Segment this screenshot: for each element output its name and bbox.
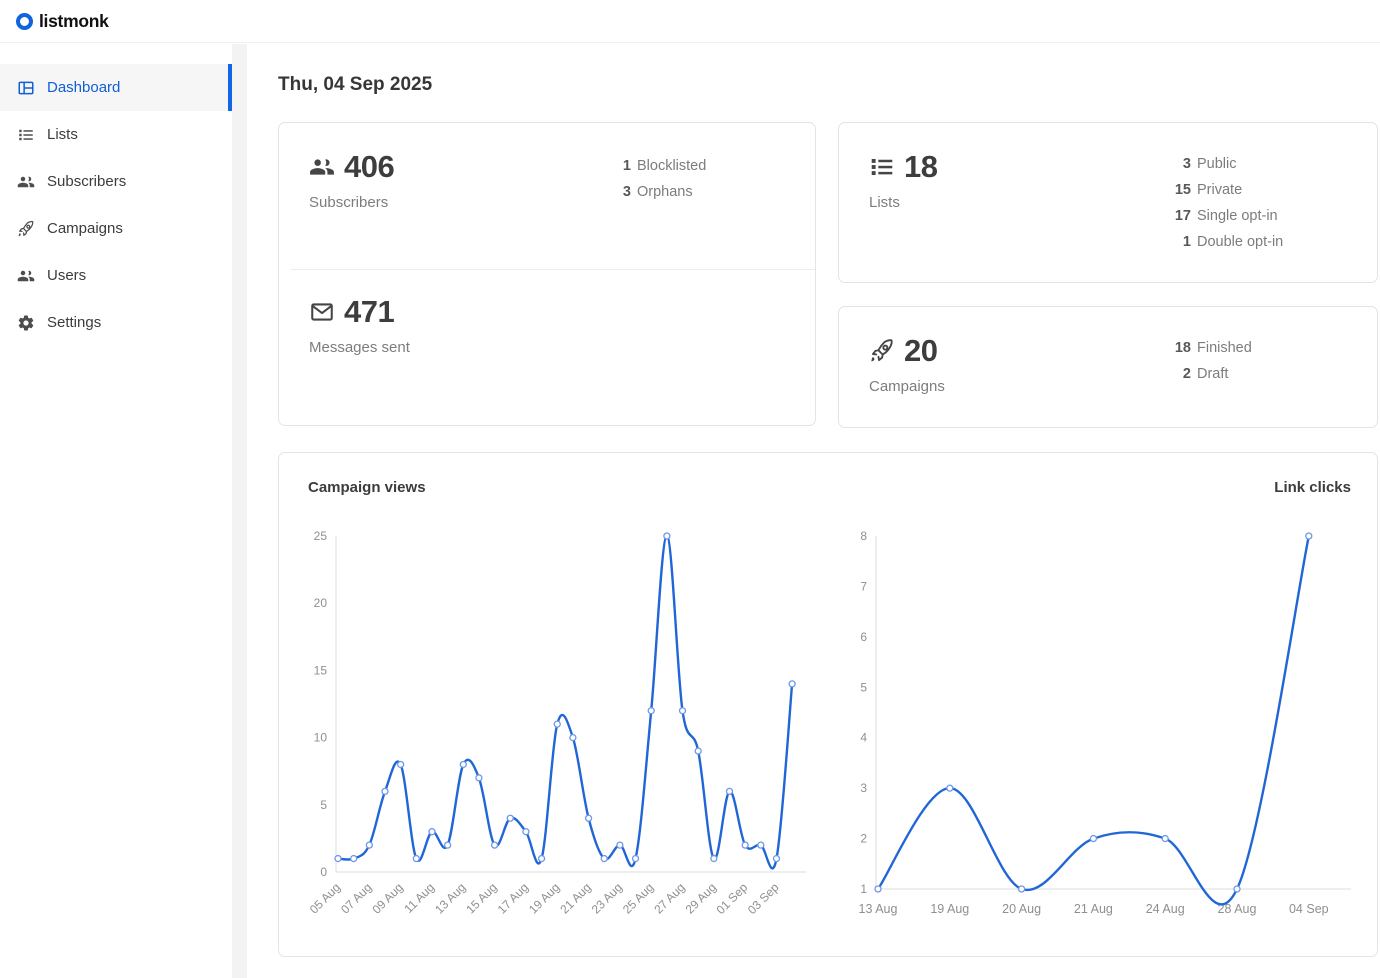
subscribers-section: 406 Subscribers — [279, 123, 815, 269]
charts-card: Campaign views Link clicks 051015202505 … — [278, 452, 1378, 957]
sidebar-item-label: Dashboard — [47, 79, 120, 96]
topbar: listmonk — [0, 0, 1380, 43]
campaigns-stats: 18Finished 2Draft — [1169, 335, 1252, 387]
dashboard-icon — [17, 79, 35, 97]
stat-row: 3Orphans — [609, 179, 706, 205]
settings-icon — [17, 314, 35, 332]
campaigns-label: Campaigns — [869, 378, 1347, 395]
sidebar-item-subscribers[interactable]: Subscribers — [0, 158, 232, 205]
subscribers-messages-card: 406 Subscribers 471 Messages sent 1Block… — [278, 122, 816, 426]
campaigns-count: 20 — [904, 335, 937, 366]
stat-row: 1Blocklisted — [609, 153, 706, 179]
svg-text:27 Aug: 27 Aug — [651, 880, 687, 916]
svg-text:4: 4 — [860, 731, 867, 745]
sidebar-item-settings[interactable]: Settings — [0, 299, 232, 346]
svg-text:5: 5 — [320, 798, 327, 812]
svg-text:20: 20 — [314, 596, 328, 610]
svg-text:03 Sep: 03 Sep — [745, 880, 782, 917]
lists-card: 18 Lists 3Public 15Private 17Single opt-… — [838, 122, 1378, 283]
sidebar-item-label: Campaigns — [47, 220, 123, 237]
messages-label: Messages sent — [309, 339, 785, 356]
svg-text:8: 8 — [860, 529, 867, 543]
svg-text:1: 1 — [860, 882, 867, 896]
sidebar-item-label: Users — [47, 267, 86, 284]
lists-icon — [17, 126, 35, 144]
svg-text:23 Aug: 23 Aug — [589, 880, 625, 916]
svg-text:19 Aug: 19 Aug — [930, 902, 969, 916]
svg-text:24 Aug: 24 Aug — [1146, 902, 1185, 916]
svg-text:17 Aug: 17 Aug — [495, 880, 531, 916]
stat-cards: 18 Lists 3Public 15Private 17Single opt-… — [278, 122, 1378, 428]
stat-row: 1Double opt-in — [1169, 229, 1283, 255]
svg-text:21 Aug: 21 Aug — [557, 880, 593, 916]
svg-text:2: 2 — [860, 832, 867, 846]
svg-text:29 Aug: 29 Aug — [683, 880, 719, 916]
svg-text:25 Aug: 25 Aug — [620, 880, 656, 916]
stat-row: 17Single opt-in — [1169, 203, 1283, 229]
svg-text:0: 0 — [320, 865, 327, 879]
listmonk-logo[interactable]: listmonk — [16, 11, 109, 32]
svg-text:04 Sep: 04 Sep — [1289, 902, 1329, 916]
svg-text:05 Aug: 05 Aug — [308, 880, 343, 916]
link-clicks-title: Link clicks — [1274, 479, 1351, 496]
svg-text:21 Aug: 21 Aug — [1074, 902, 1113, 916]
sidebar-item-label: Settings — [47, 314, 101, 331]
sidebar-gutter — [232, 44, 247, 978]
svg-text:3: 3 — [860, 781, 867, 795]
svg-text:15: 15 — [314, 663, 328, 677]
listmonk-logo-icon — [16, 13, 33, 30]
svg-text:6: 6 — [860, 630, 867, 644]
svg-text:13 Aug: 13 Aug — [859, 902, 898, 916]
svg-text:25: 25 — [314, 529, 328, 543]
subscribers-icon — [17, 173, 35, 191]
sidebar-item-campaigns[interactable]: Campaigns — [0, 205, 232, 252]
subscribers-card-icon — [309, 154, 335, 180]
lists-stats: 3Public 15Private 17Single opt-in 1Doubl… — [1169, 151, 1283, 255]
campaign-views-title: Campaign views — [308, 479, 426, 496]
main-content: Thu, 04 Sep 2025 18 Lists 3Public — [247, 44, 1380, 978]
campaigns-card: 20 Campaigns 18Finished 2Draft — [838, 306, 1378, 428]
lists-count: 18 — [904, 151, 937, 182]
svg-text:20 Aug: 20 Aug — [1002, 902, 1041, 916]
messages-card-icon — [309, 299, 335, 325]
subscribers-label: Subscribers — [309, 194, 785, 211]
svg-text:5: 5 — [860, 680, 867, 694]
svg-text:19 Aug: 19 Aug — [526, 880, 562, 916]
sidebar-item-users[interactable]: Users — [0, 252, 232, 299]
stat-row: 15Private — [1169, 177, 1283, 203]
subscribers-count: 406 — [344, 151, 394, 182]
sidebar: Dashboard Lists Subscribers — [0, 44, 232, 978]
link-clicks-chart: 1234567813 Aug19 Aug20 Aug21 Aug24 Aug28… — [845, 508, 1351, 942]
sidebar-item-dashboard[interactable]: Dashboard — [0, 64, 232, 111]
campaigns-card-icon — [869, 338, 895, 364]
sidebar-item-label: Lists — [47, 126, 78, 143]
lists-card-icon — [869, 154, 895, 180]
users-icon — [17, 267, 35, 285]
svg-text:7: 7 — [860, 579, 867, 593]
page-title: Thu, 04 Sep 2025 — [278, 74, 1378, 96]
messages-section: 471 Messages sent — [279, 270, 815, 356]
svg-text:07 Aug: 07 Aug — [338, 880, 374, 916]
sidebar-item-lists[interactable]: Lists — [0, 111, 232, 158]
sidebar-item-label: Subscribers — [47, 173, 126, 190]
svg-text:10: 10 — [314, 731, 328, 745]
brand-name: listmonk — [39, 11, 109, 32]
messages-count: 471 — [344, 296, 394, 327]
svg-text:09 Aug: 09 Aug — [369, 880, 405, 916]
subscribers-stats: 1Blocklisted 3Orphans — [609, 153, 706, 205]
svg-text:15 Aug: 15 Aug — [463, 880, 499, 916]
stat-row: 3Public — [1169, 151, 1283, 177]
svg-text:01 Sep: 01 Sep — [713, 880, 750, 917]
svg-text:13 Aug: 13 Aug — [432, 880, 468, 916]
campaigns-icon — [17, 220, 35, 238]
campaign-views-chart: 0 5 10 15 20 25 05 Aug07 Aug09 Aug11 Aug13 Aug… — [308, 508, 830, 942]
svg-text:11 Aug: 11 Aug — [401, 880, 437, 916]
stat-row: 2Draft — [1169, 361, 1252, 387]
stat-row: 18Finished — [1169, 335, 1252, 361]
